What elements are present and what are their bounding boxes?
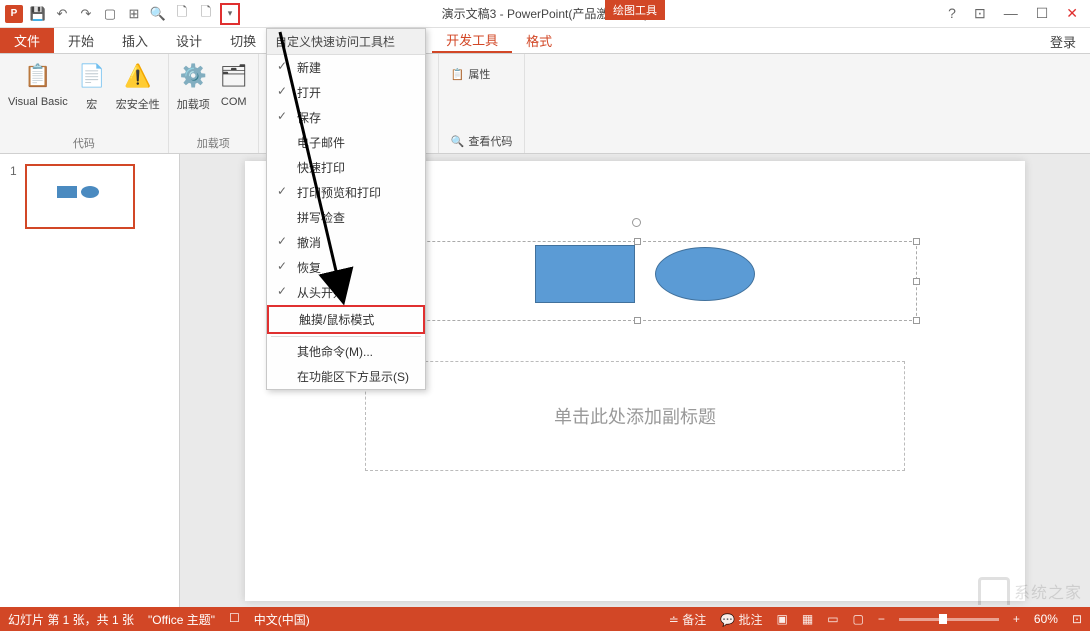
thumbnail-item[interactable]: 1 (10, 164, 169, 229)
menu-email[interactable]: 电子邮件 (267, 130, 425, 155)
lang-icon[interactable]: ☐ (229, 611, 240, 628)
macro-security-button[interactable]: ⚠️ 宏安全性 (116, 60, 160, 112)
qat-icon-8[interactable]: 🗋 (196, 4, 216, 24)
menu-show-below[interactable]: 在功能区下方显示(S) (267, 364, 425, 389)
group-code: 📋 Visual Basic 📄 宏 ⚠️ 宏安全性 代码 (0, 54, 169, 153)
comments-button[interactable]: 💬 批注 (720, 611, 762, 628)
tab-design[interactable]: 设计 (162, 28, 216, 53)
thumbnail[interactable] (25, 164, 135, 229)
qat-customize-menu: 自定义快速访问工具栏 新建 打开 保存 电子邮件 快速打印 打印预览和打印 拼写… (266, 28, 426, 390)
tab-format[interactable]: 格式 (512, 28, 566, 53)
qat-icon-7[interactable]: 🗋 (172, 4, 192, 24)
menu-open[interactable]: 打开 (267, 80, 425, 105)
menu-print-preview[interactable]: 打印预览和打印 (267, 180, 425, 205)
reading-view-icon[interactable]: ▭ (827, 612, 838, 626)
menu-header: 自定义快速访问工具栏 (267, 29, 425, 55)
notes-button[interactable]: ≐ 备注 (669, 611, 706, 628)
selection-box[interactable] (357, 241, 917, 321)
quick-access-toolbar: P 💾 ↶ ↷ ▢ ⊞ 🔍 🗋 🗋 ▾ (0, 3, 240, 25)
app-icon[interactable]: P (4, 4, 24, 24)
visual-basic-button[interactable]: 📋 Visual Basic (8, 60, 68, 112)
menu-quick-print[interactable]: 快速打印 (267, 155, 425, 180)
macro-icon: 📄 (76, 60, 108, 92)
menu-from-start[interactable]: 从头开始 (267, 280, 425, 305)
view-code-button[interactable]: 🔍 查看代码 (447, 131, 517, 151)
tab-insert[interactable]: 插入 (108, 28, 162, 53)
addin-icon: ⚙️ (177, 60, 209, 92)
vb-icon: 📋 (22, 60, 54, 92)
tab-transitions[interactable]: 切换 (216, 28, 270, 53)
properties-button[interactable]: 📋 属性 (447, 64, 495, 84)
watermark: 系统之家 (978, 577, 1082, 605)
tab-home[interactable]: 开始 (54, 28, 108, 53)
menu-undo[interactable]: 撤消 (267, 230, 425, 255)
minimize-icon[interactable]: — (1004, 5, 1018, 22)
normal-view-icon[interactable]: ▣ (777, 612, 788, 626)
slideshow-view-icon[interactable]: ▢ (853, 612, 864, 626)
from-start-icon[interactable]: ▢ (100, 4, 120, 24)
thumbnail-pane: 1 (0, 154, 180, 607)
menu-separator (271, 336, 421, 337)
help-icon[interactable]: ? (948, 5, 956, 22)
com-icon: 🗂 (218, 60, 250, 92)
group-addins: ⚙️ 加载项 🗂 COM 加载项 (169, 54, 259, 153)
zoom-level[interactable]: 60% (1034, 612, 1058, 626)
qat-icon-6[interactable]: 🔍 (148, 4, 168, 24)
maximize-icon[interactable]: ☐ (1036, 5, 1049, 22)
subtitle-placeholder[interactable]: 单击此处添加副标题 (365, 361, 905, 471)
statusbar: 幻灯片 第 1 张，共 1 张 "Office 主题" ☐ 中文(中国) ≐ 备… (0, 607, 1090, 631)
fit-window-icon[interactable]: ⊡ (1072, 612, 1082, 626)
save-icon[interactable]: 💾 (28, 4, 48, 24)
security-icon: ⚠️ (122, 60, 154, 92)
redo-icon[interactable]: ↷ (76, 4, 96, 24)
com-addins-button[interactable]: 🗂 COM (218, 60, 250, 112)
menu-touch-mouse[interactable]: 触摸/鼠标模式 (267, 305, 425, 334)
tab-file[interactable]: 文件 (0, 28, 54, 53)
contextual-tab-label: 绘图工具 (605, 0, 665, 20)
group-code-label: 代码 (73, 135, 95, 151)
workspace: 1 单击此处添加副标题 (0, 154, 1090, 607)
menu-more-commands[interactable]: 其他命令(M)... (267, 339, 425, 364)
menu-new[interactable]: 新建 (267, 55, 425, 80)
theme-name: "Office 主题" (148, 611, 215, 628)
addins-button[interactable]: ⚙️ 加载项 (177, 60, 210, 112)
tab-developer[interactable]: 开发工具 (432, 28, 512, 53)
undo-icon[interactable]: ↶ (52, 4, 72, 24)
ribbon-options-icon[interactable]: ⊡ (974, 5, 986, 22)
sorter-view-icon[interactable]: ▦ (802, 612, 813, 626)
window-controls: ? ⊡ — ☐ ✕ (948, 5, 1090, 22)
titlebar: P 💾 ↶ ↷ ▢ ⊞ 🔍 🗋 🗋 ▾ 演示文稿3 - PowerPoint(产… (0, 0, 1090, 28)
zoom-out-button[interactable]: − (878, 612, 885, 626)
group-props: 📋 属性 🔍 查看代码 (439, 54, 526, 153)
qat-customize-dropdown[interactable]: ▾ (220, 3, 240, 25)
menu-spell[interactable]: 拼写检查 (267, 205, 425, 230)
zoom-in-button[interactable]: + (1013, 612, 1020, 626)
ribbon: 📋 Visual Basic 📄 宏 ⚠️ 宏安全性 代码 ⚙️ 加载项 🗂 C… (0, 54, 1090, 154)
ribbon-tabs: 文件 开始 插入 设计 切换 动画 审阅 视图 开发工具 格式 登录 (0, 28, 1090, 54)
menu-save[interactable]: 保存 (267, 105, 425, 130)
close-icon[interactable]: ✕ (1066, 5, 1078, 22)
thumbnail-number: 1 (10, 164, 17, 229)
shape-ellipse[interactable] (655, 247, 755, 301)
login-link[interactable]: 登录 (1036, 28, 1090, 53)
zoom-slider[interactable] (899, 618, 999, 621)
shape-rectangle[interactable] (535, 245, 635, 303)
group-addins-label: 加载项 (197, 135, 230, 151)
macros-button[interactable]: 📄 宏 (76, 60, 108, 112)
menu-redo[interactable]: 恢复 (267, 255, 425, 280)
language-indicator[interactable]: 中文(中国) (254, 611, 310, 628)
slide-counter: 幻灯片 第 1 张，共 1 张 (8, 611, 134, 628)
qat-icon-5[interactable]: ⊞ (124, 4, 144, 24)
